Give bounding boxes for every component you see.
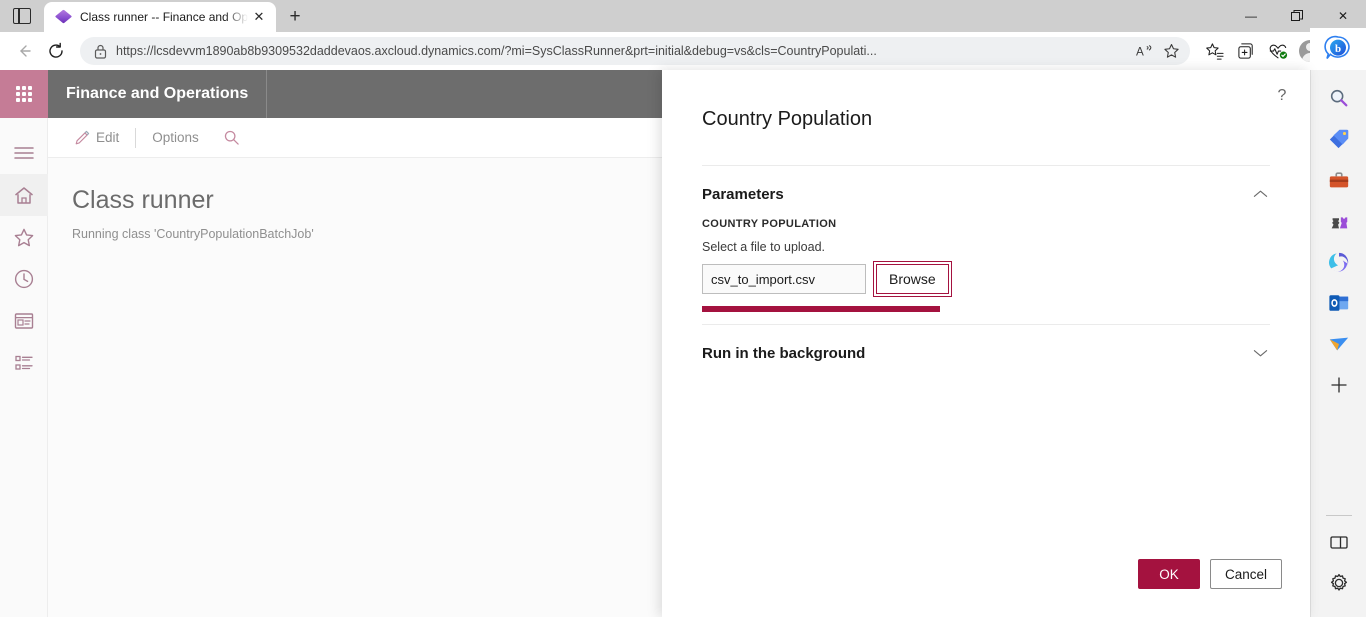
copilot-button[interactable]: b	[1310, 28, 1366, 70]
drop-icon[interactable]	[1319, 324, 1359, 364]
field-group-label: COUNTRY POPULATION	[702, 218, 837, 230]
browser-titlebar: Class runner -- Finance and Oper ✕ + — ✕	[0, 0, 1366, 32]
back-button[interactable]	[8, 35, 40, 67]
minimize-button[interactable]: —	[1228, 0, 1274, 32]
lock-icon	[90, 41, 110, 61]
file-name-input[interactable]	[702, 264, 866, 294]
edit-label: Edit	[96, 130, 120, 145]
hamburger-icon	[14, 147, 34, 159]
svg-text:b: b	[1335, 43, 1341, 55]
home-icon	[15, 186, 33, 204]
edit-button[interactable]: Edit	[62, 124, 131, 152]
tools-icon[interactable]	[1319, 160, 1359, 200]
sidebar-item-home[interactable]	[0, 174, 48, 216]
url-text: https://lcsdevvm1890ab8b9309532daddevaos…	[116, 44, 877, 58]
chevron-up-icon[interactable]	[1250, 184, 1270, 204]
command-divider	[135, 127, 137, 148]
tab-actions-menu[interactable]	[0, 0, 44, 32]
edge-sidebar	[1310, 70, 1366, 617]
reload-button[interactable]	[40, 35, 72, 67]
upload-progress-fill	[702, 306, 940, 312]
section-parameters: Parameters COUNTRY POPULATION Select a f…	[702, 165, 1270, 324]
dialog-footer: OK Cancel	[662, 559, 1310, 617]
country-population-field-group: COUNTRY POPULATION Select a file to uplo…	[702, 218, 1270, 324]
section-run-in-the-background: Run in the background	[702, 324, 1270, 377]
cancel-button[interactable]: Cancel	[1209, 559, 1282, 589]
sidebar-item-favorites[interactable]	[0, 216, 48, 258]
workspace-icon	[14, 313, 34, 329]
new-tab-button[interactable]: +	[280, 2, 310, 32]
tab-title: Class runner -- Finance and Oper	[80, 10, 248, 24]
address-bar[interactable]: https://lcsdevvm1890ab8b9309532daddevaos…	[80, 37, 1190, 65]
collections-button[interactable]	[1230, 35, 1262, 67]
browser-window: Class runner -- Finance and Oper ✕ + — ✕	[0, 0, 1366, 617]
upload-progress-bar	[702, 306, 940, 312]
sidebar-item-recent[interactable]	[0, 258, 48, 300]
dynamics-diamond-icon	[54, 9, 73, 25]
app-title: Finance and Operations	[66, 85, 249, 102]
clock-icon	[14, 269, 34, 289]
field-description: Select a file to upload.	[702, 240, 825, 254]
pencil-icon	[75, 130, 90, 144]
sidebar-settings-icon[interactable]	[1319, 563, 1359, 603]
games-icon[interactable]	[1319, 201, 1359, 241]
copilot-icon: b	[1324, 35, 1350, 60]
favorites-button[interactable]	[1198, 35, 1230, 67]
options-label: Options	[152, 130, 199, 145]
ok-button[interactable]: OK	[1137, 559, 1200, 589]
outlook-icon[interactable]	[1319, 283, 1359, 323]
tab-search-icon	[13, 8, 31, 24]
section-parameters-header[interactable]: Parameters	[702, 166, 1270, 218]
file-upload-row: Browse	[702, 261, 1270, 297]
section-parameters-title: Parameters	[702, 185, 784, 203]
list-icon	[15, 355, 33, 370]
svg-text:A: A	[1136, 46, 1144, 59]
help-icon[interactable]: ?	[1268, 82, 1296, 110]
sidebar-item-workspaces[interactable]	[0, 300, 48, 342]
star-icon	[14, 228, 34, 246]
country-population-dialog: ? Country Population Parameters COUNTRY …	[662, 70, 1310, 617]
search-icon	[224, 130, 239, 145]
browser-toolbar: https://lcsdevvm1890ab8b9309532daddevaos…	[0, 32, 1366, 70]
app-nav-rail	[0, 118, 48, 617]
section-run-in-the-background-header[interactable]: Run in the background	[702, 325, 1270, 377]
app-launcher-icon[interactable]	[0, 70, 48, 118]
shopping-tag-icon[interactable]	[1319, 119, 1359, 159]
sidebar-item-modules[interactable]	[0, 342, 48, 384]
add-favorite-icon[interactable]	[1158, 38, 1184, 64]
read-aloud-icon[interactable]: A	[1132, 38, 1158, 64]
browse-button[interactable]: Browse	[873, 261, 952, 297]
dialog-body: Parameters COUNTRY POPULATION Select a f…	[662, 131, 1310, 559]
close-tab-button[interactable]: ✕	[248, 6, 270, 28]
split-screen-icon[interactable]	[1319, 522, 1359, 562]
collections-icon	[1237, 42, 1253, 59]
microsoft-365-icon[interactable]	[1319, 242, 1359, 282]
browser-essentials-icon	[1269, 44, 1288, 59]
sidebar-item-menu[interactable]	[0, 132, 48, 174]
header-divider	[266, 70, 268, 118]
sidebar-divider	[1325, 515, 1352, 516]
add-sidebar-app-icon[interactable]	[1319, 365, 1359, 405]
section-run-in-the-background-title: Run in the background	[702, 344, 866, 362]
search-icon[interactable]	[1319, 78, 1359, 118]
omnibox-actions: A	[1132, 38, 1184, 64]
search-button[interactable]	[211, 124, 252, 152]
browser-essentials-button[interactable]	[1262, 35, 1294, 67]
favorites-icon	[1205, 42, 1224, 60]
restore-icon	[1291, 10, 1303, 21]
chevron-down-icon[interactable]	[1250, 343, 1270, 363]
back-arrow-icon	[20, 45, 31, 57]
options-button[interactable]: Options	[140, 124, 211, 152]
dialog-title: Country Population	[702, 108, 873, 130]
browser-tab[interactable]: Class runner -- Finance and Oper ✕	[44, 2, 276, 32]
reload-icon	[49, 42, 63, 58]
